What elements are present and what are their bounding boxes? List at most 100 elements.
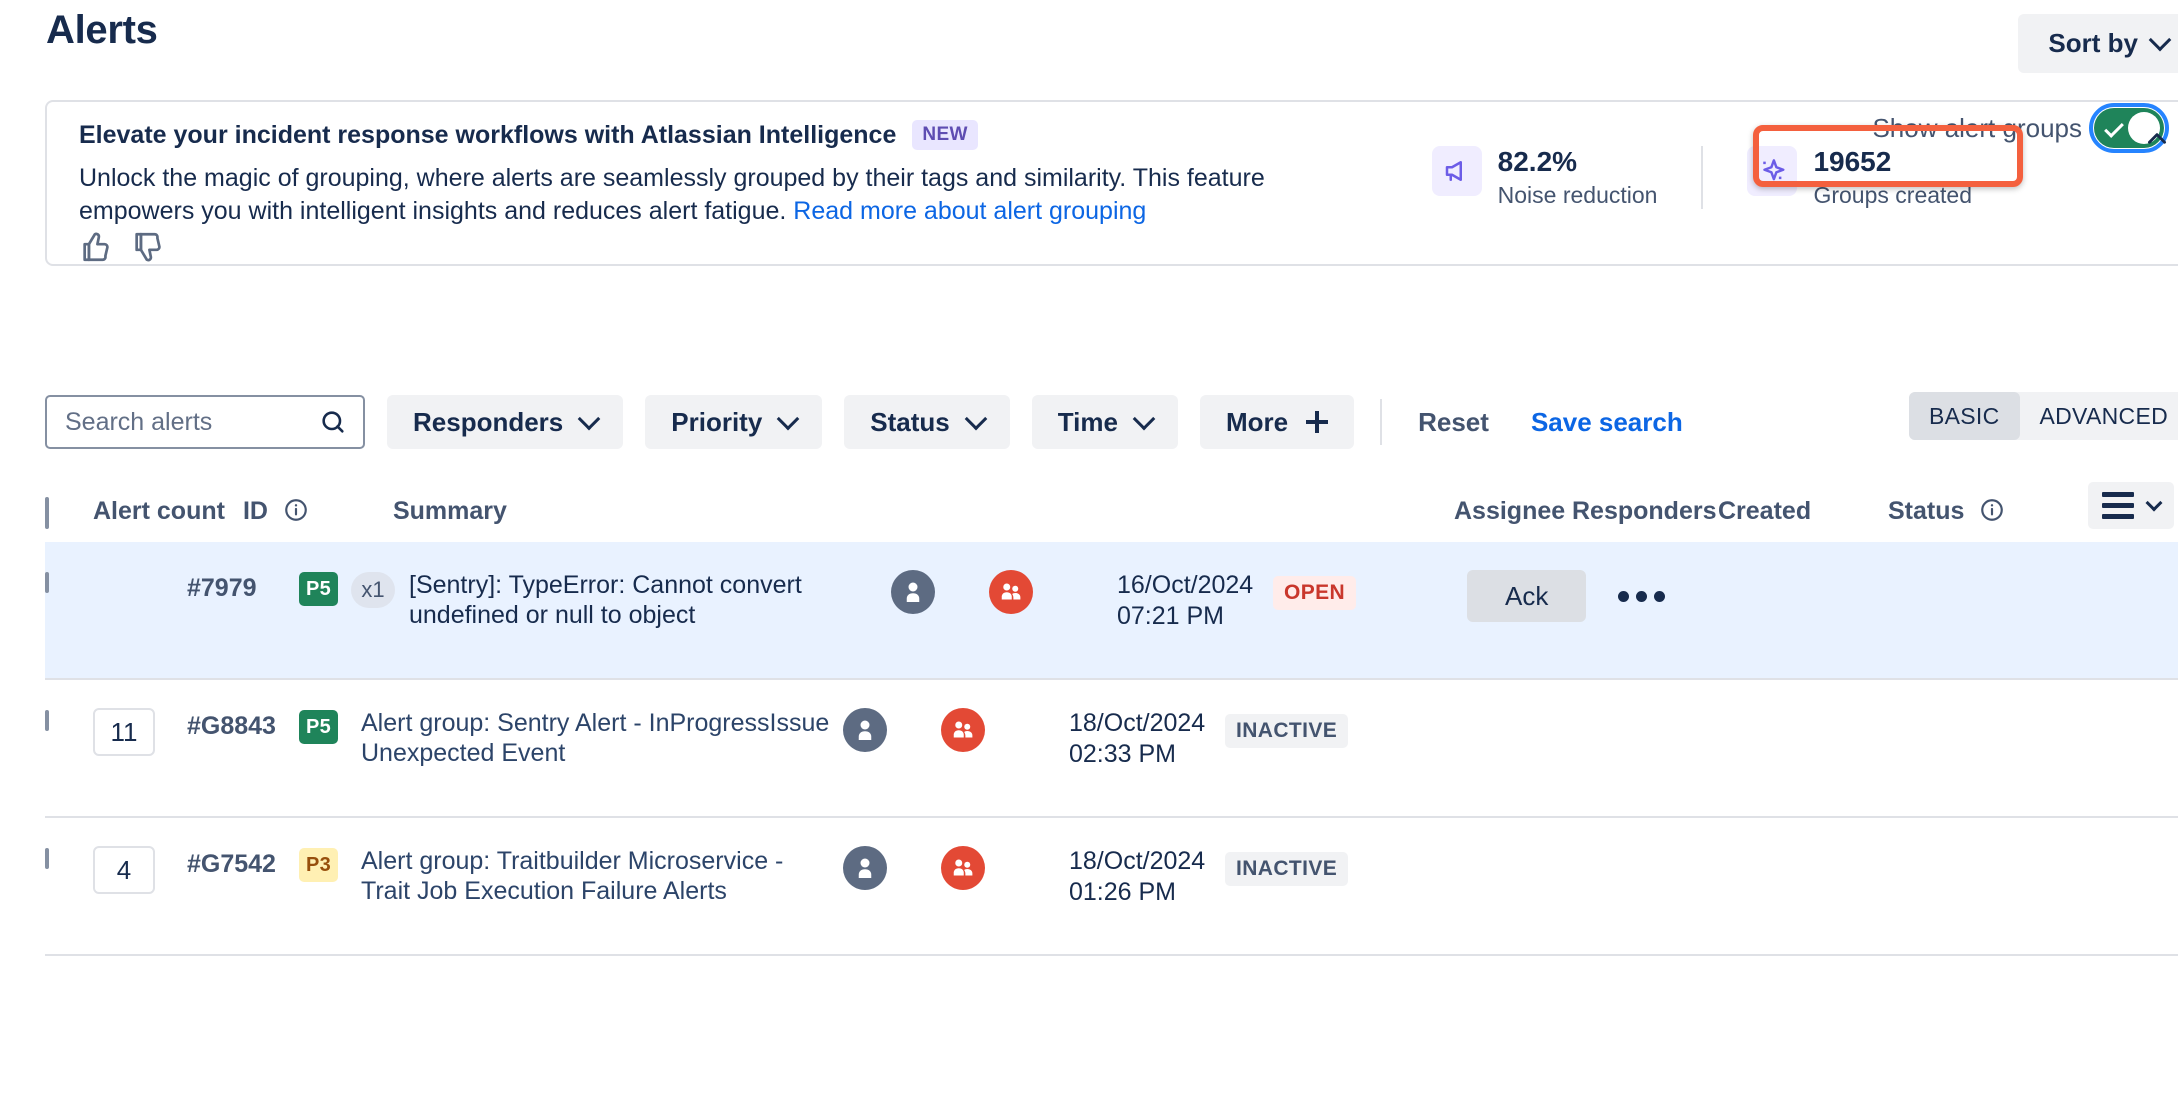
stat-value: 82.2% <box>1497 146 1578 177</box>
ack-button[interactable]: Ack <box>1467 570 1587 622</box>
chevron-down-icon <box>577 407 601 430</box>
banner-description: Unlock the magic of grouping, where aler… <box>79 162 1319 228</box>
occurrence-count-cell <box>351 708 361 710</box>
filter-priority-button[interactable]: Priority <box>645 395 823 449</box>
created-date: 16/Oct/2024 <box>1117 571 1254 599</box>
row-checkbox[interactable] <box>45 572 49 593</box>
thumbs-up-icon[interactable] <box>79 230 113 264</box>
stat-noise-reduction: 82.2% Noise reduction <box>1431 146 1702 209</box>
responders-cell <box>941 846 1069 890</box>
search-mode-switch[interactable]: BASIC ADVANCED <box>1908 392 2178 440</box>
priority-badge: P3 <box>299 848 339 882</box>
row-checkbox[interactable] <box>45 848 49 869</box>
info-icon[interactable] <box>1979 497 2005 523</box>
occurrence-count-cell <box>351 846 361 848</box>
responders-avatar[interactable] <box>941 708 985 752</box>
banner-stats: 82.2% Noise reduction 19652 Groups creat… <box>1431 146 2016 210</box>
read-more-link[interactable]: Read more about alert grouping <box>793 197 1146 225</box>
responders-cell <box>941 708 1069 752</box>
row-checkbox[interactable] <box>45 710 49 731</box>
filter-label: Priority <box>671 406 763 437</box>
filter-time-button[interactable]: Time <box>1031 395 1178 449</box>
assignee-cell <box>879 570 989 614</box>
select-all-checkbox[interactable] <box>45 496 49 529</box>
status-cell: INACTIVE <box>1215 846 1419 886</box>
alerts-table: Alert count ID Summary Assignee Responde… <box>45 480 2178 956</box>
alert-id[interactable]: #G8843 <box>187 708 299 741</box>
reset-button[interactable]: Reset <box>1408 407 1499 438</box>
alert-id[interactable]: #7979 <box>187 570 299 603</box>
created-cell: 18/Oct/2024 02:33 PM <box>1069 708 1215 770</box>
mode-advanced-option[interactable]: ADVANCED <box>2020 392 2178 440</box>
summary-cell: Alert group: Sentry Alert - InProgressIs… <box>361 708 831 768</box>
save-search-button[interactable]: Save search <box>1521 407 1693 438</box>
alert-summary-link[interactable]: [Sentry]: TypeError: Cannot convert unde… <box>409 571 802 629</box>
stat-value: 19652 <box>1813 146 1892 177</box>
show-alert-groups-label: Show alert groups <box>1872 112 2082 143</box>
responders-avatar[interactable] <box>989 570 1033 614</box>
row-select-cell <box>45 846 93 869</box>
banner-title-row: Elevate your incident response workflows… <box>79 120 1359 150</box>
alert-summary-link[interactable]: Alert group: Traitbuilder Microservice -… <box>361 847 783 905</box>
col-assignee: Assignee <box>1454 496 1566 525</box>
priority-cell: P5 <box>299 708 351 744</box>
col-id: ID <box>243 497 393 526</box>
collapse-banner-chevron-up-icon[interactable] <box>2144 126 2170 152</box>
search-alerts-box[interactable] <box>45 395 365 449</box>
status-badge: INACTIVE <box>1225 714 1349 748</box>
col-status-label: Status <box>1888 496 1965 525</box>
columns-icon <box>2102 492 2134 519</box>
sort-by-label: Sort by <box>2048 28 2138 58</box>
summary-cell: Alert group: Traitbuilder Microservice -… <box>361 846 831 906</box>
status-cell: OPEN <box>1263 570 1467 610</box>
page-header: Alerts Sort by <box>0 0 2178 78</box>
stat-label: Noise reduction <box>1497 182 1658 209</box>
priority-cell: P5 <box>299 570 351 606</box>
banner-title: Elevate your incident response workflows… <box>79 120 897 149</box>
table-row[interactable]: #7979 P5 x1 [Sentry]: TypeError: Cannot … <box>45 542 2178 680</box>
alert-count-badge[interactable]: 11 <box>93 708 155 756</box>
status-cell: INACTIVE <box>1215 708 1419 748</box>
sort-by-button[interactable]: Sort by <box>2018 14 2178 73</box>
assignee-cell <box>831 846 941 890</box>
table-header-row: Alert count ID Summary Assignee Responde… <box>45 480 2178 542</box>
chevron-down-icon <box>1132 407 1156 430</box>
responders-avatar[interactable] <box>941 846 985 890</box>
avatar[interactable] <box>891 570 935 614</box>
table-row[interactable]: 4 #G7542 P3 Alert group: Traitbuilder Mi… <box>45 818 2178 956</box>
created-date: 18/Oct/2024 <box>1069 847 1206 875</box>
row-actions: Ack <box>1467 570 1767 622</box>
thumbs-down-icon[interactable] <box>131 230 165 264</box>
filter-label: Responders <box>413 406 564 437</box>
filter-label: Time <box>1057 406 1118 437</box>
col-alert-count: Alert count <box>93 496 225 525</box>
more-actions-icon[interactable] <box>1612 581 1671 612</box>
mode-basic-option[interactable]: BASIC <box>1908 392 2020 440</box>
stat-label: Groups created <box>1813 182 1972 209</box>
filter-label: Status <box>870 406 950 437</box>
alert-summary-link[interactable]: Alert group: Sentry Alert - InProgressIs… <box>361 709 829 767</box>
show-alert-groups-control[interactable]: Show alert groups <box>1872 103 2169 153</box>
select-all-cell <box>45 495 93 529</box>
priority-cell: P3 <box>299 846 351 882</box>
filter-responders-button[interactable]: Responders <box>387 395 624 449</box>
avatar[interactable] <box>843 708 887 752</box>
avatar[interactable] <box>843 846 887 890</box>
alert-count-cell: 11 <box>93 708 187 756</box>
filter-status-button[interactable]: Status <box>844 395 1010 449</box>
sparkle-icon <box>1747 146 1798 196</box>
banner-text: Elevate your incident response workflows… <box>79 120 1359 228</box>
divider <box>1380 399 1383 445</box>
column-settings-button[interactable] <box>2088 482 2174 529</box>
alert-id[interactable]: #G7542 <box>187 846 299 879</box>
new-badge: NEW <box>912 120 978 150</box>
search-input[interactable] <box>63 406 319 438</box>
plus-icon <box>1306 411 1329 433</box>
created-date: 18/Oct/2024 <box>1069 709 1206 737</box>
alert-count-badge[interactable]: 4 <box>93 846 155 894</box>
col-summary: Summary <box>392 496 507 525</box>
info-icon[interactable] <box>283 497 309 523</box>
filter-more-button[interactable]: More <box>1199 395 1355 449</box>
created-time: 07:21 PM <box>1117 602 1225 630</box>
table-row[interactable]: 11 #G8843 P5 Alert group: Sentry Alert -… <box>45 680 2178 818</box>
